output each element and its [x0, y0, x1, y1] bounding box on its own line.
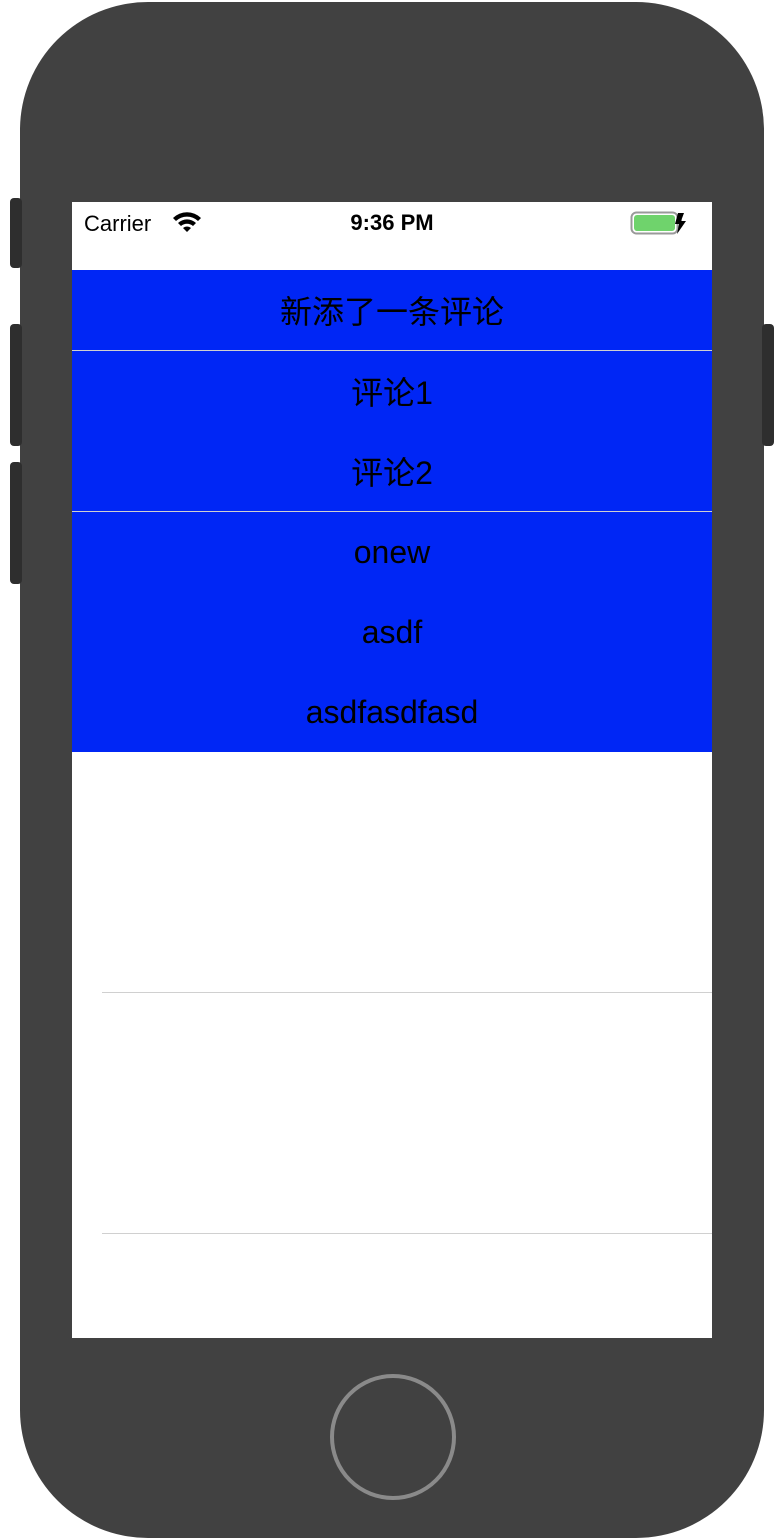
power-button: [762, 324, 774, 446]
battery-charging-icon: [630, 211, 686, 235]
volume-down-button: [10, 462, 22, 584]
screen: Carrier 9:36 PM 新添了一条评论 评论1 评论2 onew asd…: [72, 202, 712, 1338]
comment-table[interactable]: 新添了一条评论 评论1 评论2 onew asdf asdfasdfasd: [72, 270, 712, 1234]
cell-label: asdfasdfasd: [305, 693, 479, 730]
comment-cell[interactable]: asdf: [72, 592, 712, 672]
mute-switch: [10, 198, 22, 268]
section-header-cell[interactable]: 新添了一条评论: [72, 270, 712, 350]
cell-label: onew: [353, 533, 431, 570]
row-separator: [102, 1233, 712, 1234]
empty-cell: [72, 752, 712, 992]
home-button[interactable]: [330, 1374, 456, 1500]
volume-up-button: [10, 324, 22, 446]
empty-cell: [72, 993, 712, 1233]
comment-cell[interactable]: 评论1: [72, 351, 712, 431]
status-time: 9:36 PM: [350, 210, 434, 235]
cell-label: 新添了一条评论: [279, 294, 504, 330]
comment-cell[interactable]: asdfasdfasd: [72, 672, 712, 752]
cell-label: asdf: [361, 613, 423, 650]
status-bar: Carrier 9:36 PM: [72, 202, 712, 242]
comment-cell[interactable]: 评论2: [72, 431, 712, 511]
cell-label: 评论1: [351, 375, 433, 411]
cell-label: 评论2: [351, 455, 433, 491]
comment-cell[interactable]: onew: [72, 512, 712, 592]
